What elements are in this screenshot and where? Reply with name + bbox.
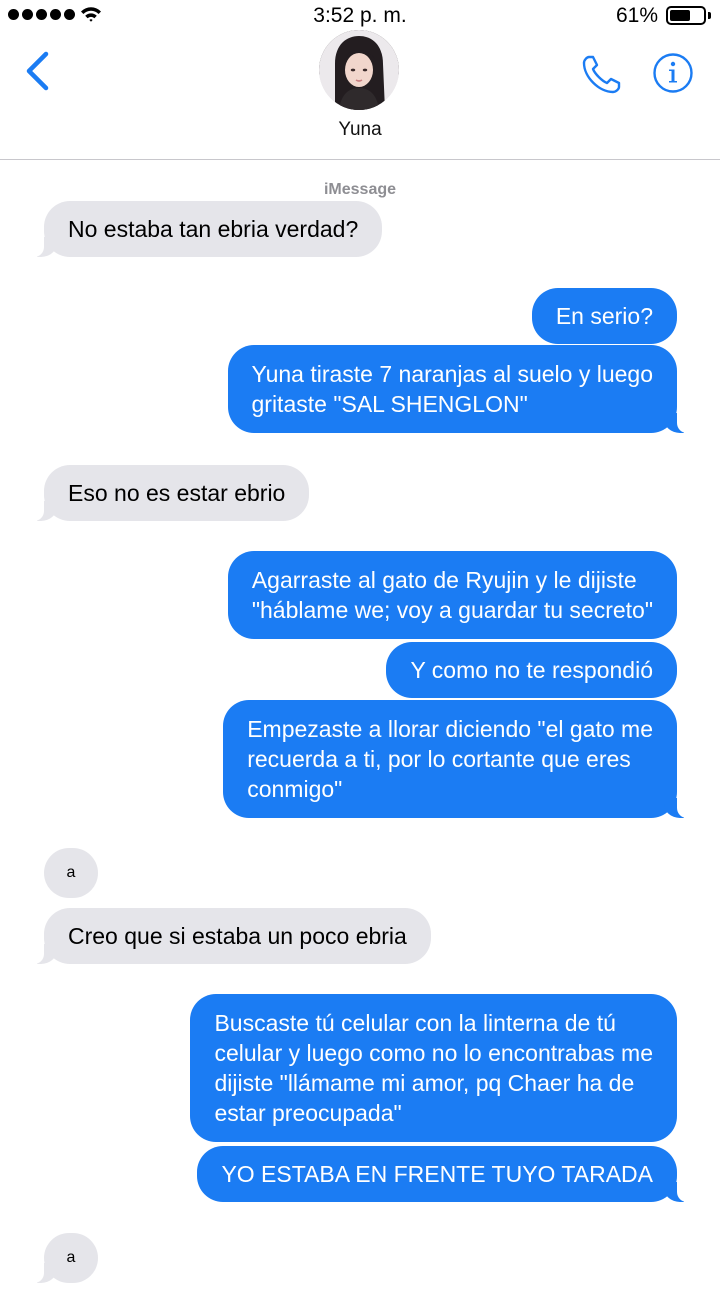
battery-level-fill [670,10,690,21]
message-bubble-incoming[interactable]: No estaba tan ebria verdad? [31,201,383,257]
message-bubble-outgoing[interactable]: YO ESTABA EN FRENTE TUYO TARADA [197,1146,689,1202]
message-text-line: Yuna tiraste 7 naranjas al suelo y luego [251,361,654,387]
message-bubble-outgoing[interactable]: Y como no te respondió [386,642,677,698]
message-bubble-incoming[interactable]: a [44,848,98,898]
message-text-line: Empezaste a llorar diciendo "el gato me [247,716,653,742]
avatar-photo [319,30,399,110]
message-text-line: "háblame we; voy a guardar tu secreto" [251,597,653,623]
message-text: No estaba tan ebria verdad? [68,216,359,242]
message-text: Eso no es estar ebrio [68,480,286,506]
battery-percentage: 61% [615,4,658,27]
message-bubble-incoming[interactable]: a [32,1233,98,1283]
service-label: iMessage [323,181,397,198]
message-bubble-outgoing[interactable]: En serio? [531,288,677,344]
message-bubble-outgoing[interactable]: Buscaste tú celular con la linterna de t… [190,994,677,1142]
message-bubble-outgoing[interactable]: Yuna tiraste 7 naranjas al suelo y luego… [227,345,689,433]
message-text: En serio? [555,303,653,329]
battery-cap [708,12,711,19]
message-bubble-outgoing[interactable]: Empezaste a llorar diciendo "el gato me … [223,700,689,818]
battery-icon [666,6,706,25]
message-text: a [66,864,76,881]
message-bubble-incoming[interactable]: Creo que si estaba un poco ebria [32,908,431,964]
message-bubble-incoming[interactable]: Eso no es estar ebrio [31,465,310,521]
message-text-line: gritaste "SAL SHENGLON" [251,391,528,417]
message-text: a [66,1249,76,1266]
message-text-line: estar preocupada" [214,1100,402,1126]
info-icon[interactable] [652,52,694,94]
chevron-left-icon[interactable] [20,50,60,92]
message-bubble-outgoing[interactable]: Agarraste al gato de Ryujin y le dijiste… [227,551,677,639]
contact-avatar[interactable] [319,30,399,110]
contact-name[interactable]: Yuna [0,119,720,141]
status-bar: 3:52 p. m. 61% [0,0,720,32]
message-text-line: dijiste "llámame mi amor, pq Chaer ha de [214,1070,635,1096]
message-text-line: recuerda a ti, por lo cortante que eres [247,746,631,772]
message-text-line: Agarraste al gato de Ryujin y le dijiste [251,567,637,593]
message-text-line: celular y luego como no lo encontrabas m… [214,1040,653,1066]
message-text-line: conmigo" [247,776,343,802]
message-text-line: Buscaste tú celular con la linterna de t… [214,1010,616,1036]
message-text: Creo que si estaba un poco ebria [68,923,407,949]
message-text: Y como no te respondió [410,657,653,683]
conversation-header: Yuna [0,30,720,160]
phone-icon[interactable] [580,52,624,96]
message-text: YO ESTABA EN FRENTE TUYO TARADA [221,1161,653,1187]
status-time: 3:52 p. m. [313,4,407,27]
